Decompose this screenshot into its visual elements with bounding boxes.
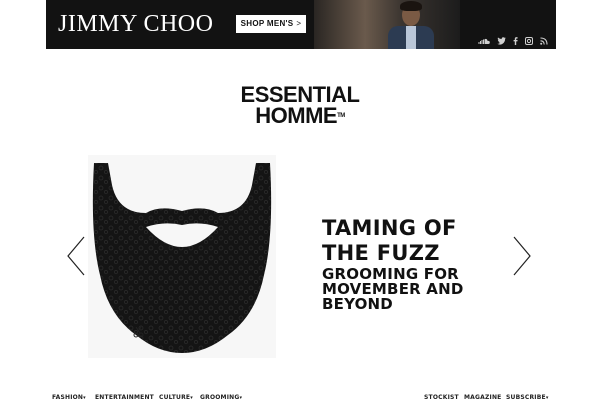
twitter-icon[interactable] [497, 37, 506, 45]
ad-banner[interactable]: JIMMY CHOO SHOP MEN'S > [46, 0, 556, 49]
soundcloud-icon[interactable] [478, 38, 490, 45]
caret-down-icon: ▾ [190, 395, 193, 401]
shop-mens-button[interactable]: SHOP MEN'S > [236, 15, 306, 33]
hero-title: TAMING OF THE FUZZ [322, 216, 457, 265]
caret-down-icon: ▾ [83, 395, 86, 401]
slider-prev-button[interactable] [66, 236, 86, 276]
beard-illustration [92, 163, 272, 353]
trademark-mark: TM [337, 113, 345, 119]
main-nav: FASHION▾ ENTERTAINMENT CULTURE▾ GROOMING… [52, 394, 552, 404]
hero-image[interactable] [88, 155, 276, 358]
chevron-right-icon: > [296, 19, 302, 28]
rss-icon[interactable] [540, 37, 548, 45]
caret-down-icon: ▾ [239, 395, 243, 401]
instagram-icon[interactable] [525, 37, 533, 45]
hero-headline[interactable]: TAMING OF THE FUZZ GROOMING FOR MOVEMBER… [322, 216, 502, 312]
caret-down-icon: ▾ [545, 395, 549, 401]
shop-mens-label: SHOP MEN'S [240, 19, 294, 28]
chevron-right-icon [513, 236, 531, 276]
facebook-icon[interactable] [513, 37, 518, 45]
ad-model-photo [314, 0, 460, 49]
chevron-left-icon [67, 236, 85, 276]
ad-brand-logo[interactable]: JIMMY CHOO [58, 10, 213, 38]
slider-next-button[interactable] [512, 236, 532, 276]
hero-subtitle: GROOMING FOR MOVEMBER AND BEYOND [322, 265, 464, 313]
site-logo[interactable]: ESSENTIAL HOMMETM [200, 84, 400, 128]
site-logo-line2: HOMMETM [255, 103, 345, 128]
social-links [478, 36, 548, 46]
